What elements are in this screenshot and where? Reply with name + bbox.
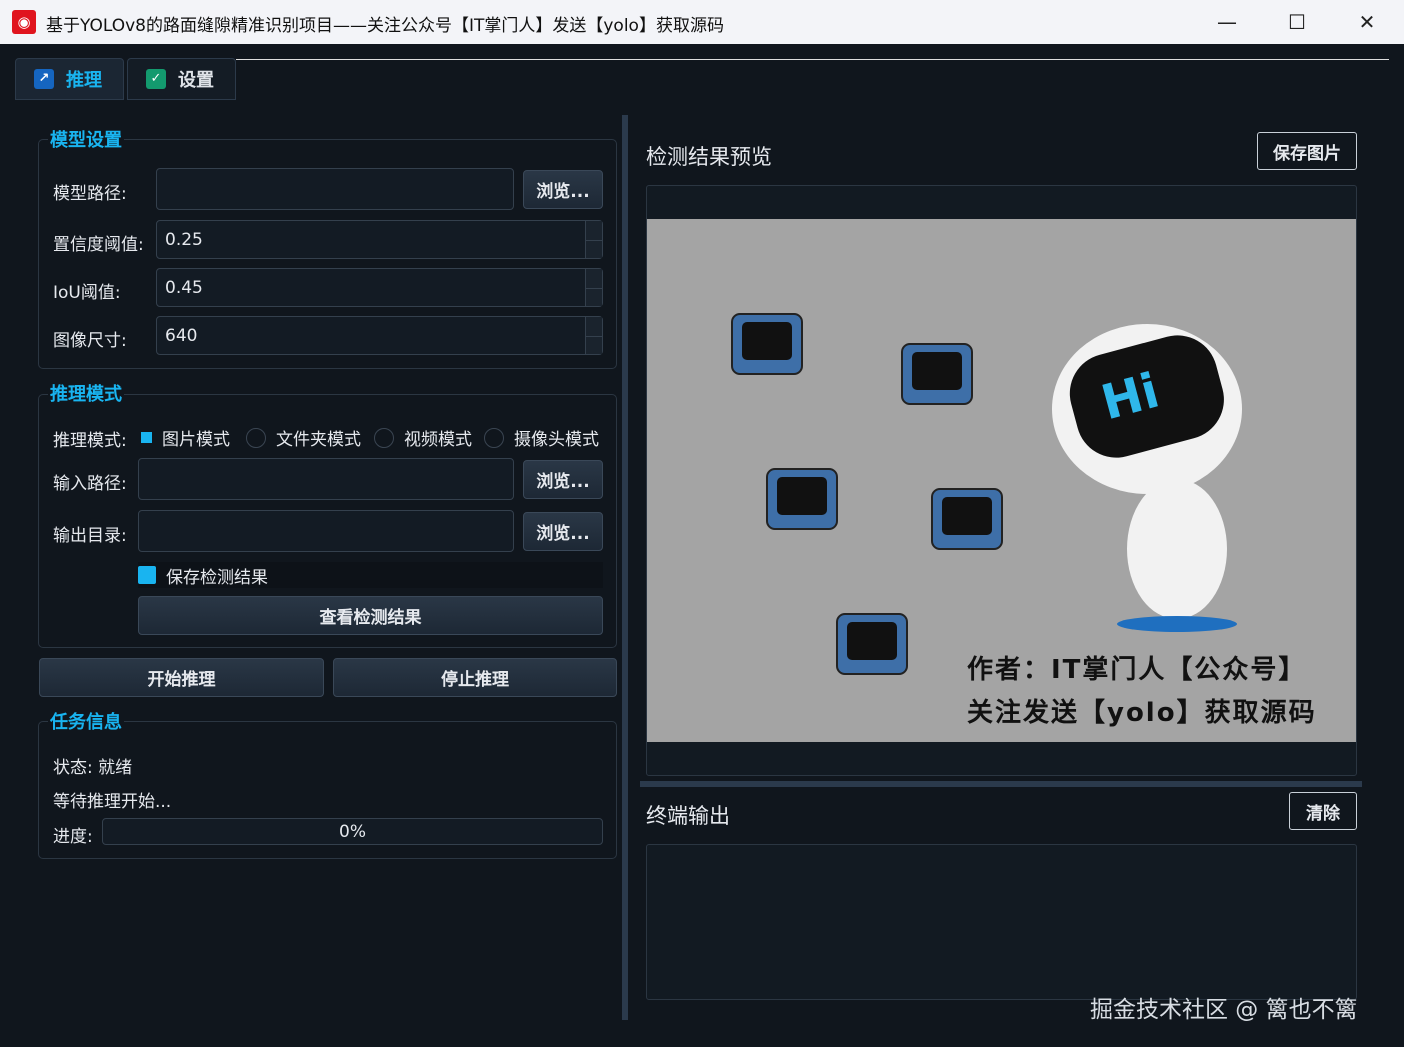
- progress-text: 0%: [339, 821, 366, 842]
- close-button[interactable]: ✕: [1332, 0, 1402, 44]
- tab-label: 推理: [66, 70, 102, 91]
- conf-value: 0.25: [165, 229, 203, 250]
- model-browse-button[interactable]: 浏览...: [523, 170, 603, 209]
- size-value: 640: [165, 325, 198, 346]
- stop-inference-button[interactable]: 停止推理: [333, 658, 617, 697]
- input-path-input[interactable]: [138, 458, 514, 500]
- tab-inference[interactable]: ↗ 推理: [15, 58, 124, 100]
- checkbox-label: 保存检测结果: [166, 567, 268, 588]
- radio-unselected: [484, 427, 504, 448]
- horizontal-splitter[interactable]: [640, 781, 1362, 787]
- conf-spinbox[interactable]: 0.25: [156, 220, 603, 259]
- save-image-button[interactable]: 保存图片: [1257, 132, 1357, 170]
- radio-unselected: [246, 427, 266, 448]
- group-title: 推理模式: [48, 380, 124, 406]
- iou-value: 0.45: [165, 277, 203, 298]
- check-circle-icon: ✓: [146, 69, 166, 89]
- clear-terminal-button[interactable]: 清除: [1289, 792, 1357, 830]
- radio-label: 摄像头模式: [514, 430, 599, 450]
- model-path-label: 模型路径:: [53, 184, 127, 204]
- iou-spinbox[interactable]: 0.45: [156, 268, 603, 307]
- radio-video[interactable]: 视频模式: [374, 425, 472, 450]
- radio-label: 图片模式: [162, 430, 230, 450]
- tab-bar-line: [236, 59, 1389, 60]
- radio-label: 文件夹模式: [276, 430, 361, 450]
- start-inference-button[interactable]: 开始推理: [39, 658, 324, 697]
- view-results-button[interactable]: 查看检测结果: [138, 596, 603, 635]
- terminal-title: 终端输出: [646, 804, 730, 828]
- terminal-output[interactable]: [646, 844, 1357, 1000]
- tab-label: 设置: [178, 70, 214, 91]
- chart-icon: ↗: [34, 69, 54, 89]
- output-dir-label: 输出目录:: [53, 526, 127, 546]
- image-caption-1: 作者：IT掌门人【公众号】: [967, 655, 1307, 685]
- task-message: 等待推理开始...: [53, 792, 172, 812]
- radio-camera[interactable]: 摄像头模式: [484, 425, 599, 450]
- mode-label: 推理模式:: [53, 431, 127, 451]
- output-browse-button[interactable]: 浏览...: [523, 512, 603, 551]
- progress-bar: 0%: [102, 818, 603, 845]
- model-path-input[interactable]: [156, 168, 514, 210]
- size-label: 图像尺寸:: [53, 331, 127, 351]
- preview-title: 检测结果预览: [646, 145, 772, 169]
- window-title: 基于YOLOv8的路面缝隙精准识别项目——关注公众号【IT掌门人】发送【yolo…: [46, 16, 724, 36]
- radio-folder[interactable]: 文件夹模式: [246, 425, 361, 450]
- image-caption-2: 关注发送【yolo】获取源码: [967, 698, 1317, 728]
- input-path-label: 输入路径:: [53, 474, 127, 494]
- watermark: 掘金技术社区 @ 篱也不篱: [1090, 997, 1358, 1023]
- maximize-button[interactable]: ☐: [1262, 0, 1332, 44]
- checkbox-checked-icon: [138, 566, 156, 584]
- minimize-button[interactable]: —: [1192, 0, 1262, 44]
- tab-settings[interactable]: ✓ 设置: [127, 58, 236, 100]
- iou-label: IoU阈值:: [53, 283, 121, 303]
- input-browse-button[interactable]: 浏览...: [523, 460, 603, 499]
- spin-buttons[interactable]: [585, 221, 602, 258]
- progress-label: 进度:: [53, 827, 93, 847]
- title-bar: ◉ 基于YOLOv8的路面缝隙精准识别项目——关注公众号【IT掌门人】发送【yo…: [0, 0, 1404, 44]
- app-icon: ◉: [12, 10, 36, 34]
- group-title: 模型设置: [48, 126, 124, 152]
- spin-buttons[interactable]: [585, 317, 602, 354]
- group-title: 任务信息: [48, 708, 124, 734]
- spin-buttons[interactable]: [585, 269, 602, 306]
- radio-label: 视频模式: [404, 430, 472, 450]
- conf-label: 置信度阈值:: [53, 235, 144, 255]
- vertical-splitter[interactable]: [622, 115, 628, 1020]
- preview-image: Hi 作者：IT掌门人【公众号】 关注发送【yolo】获取源码: [647, 219, 1356, 742]
- status-text: 状态: 就绪: [53, 758, 133, 778]
- radio-image[interactable]: 图片模式: [141, 425, 230, 450]
- radio-selected: [141, 432, 152, 443]
- radio-unselected: [374, 427, 394, 448]
- size-spinbox[interactable]: 640: [156, 316, 603, 355]
- output-dir-input[interactable]: [138, 510, 514, 552]
- save-results-checkbox[interactable]: 保存检测结果: [138, 562, 603, 588]
